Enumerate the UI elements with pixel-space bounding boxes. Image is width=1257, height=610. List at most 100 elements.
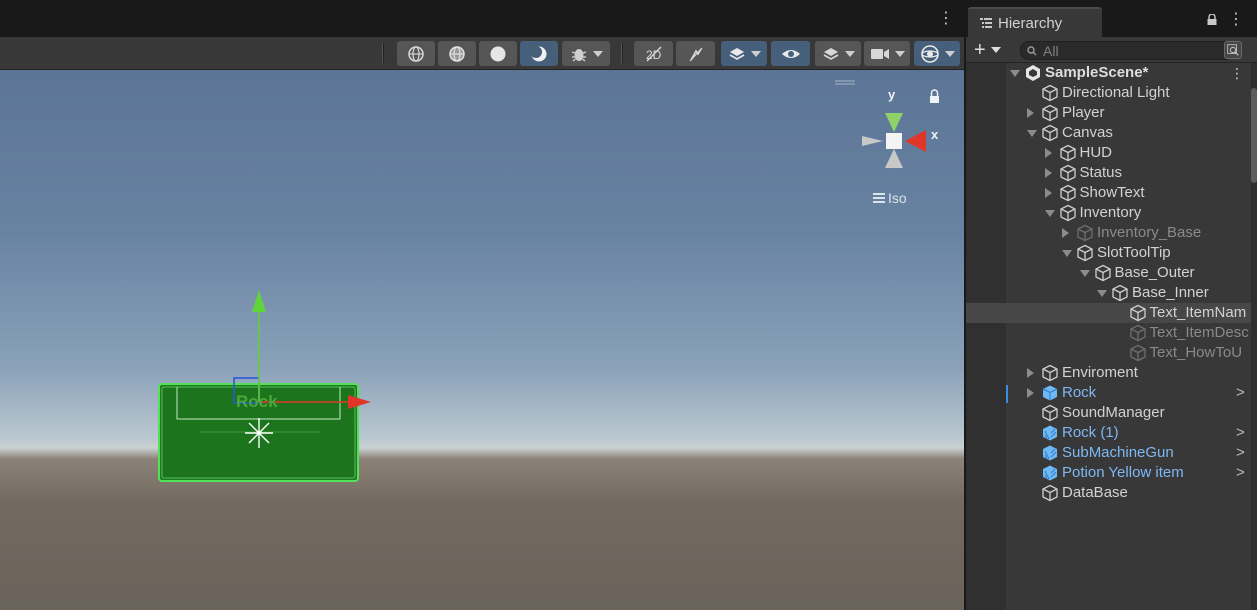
scene-view: ⋮ 2D xyxy=(0,0,964,610)
gameobject-cube-icon xyxy=(1094,264,1111,282)
hierarchy-item[interactable]: Text_HowToU xyxy=(966,343,1257,363)
hierarchy-item[interactable]: Base_Inner xyxy=(966,283,1257,303)
hierarchy-menu-icon[interactable]: ⋮ xyxy=(1228,12,1244,28)
expanded-arrow-icon[interactable] xyxy=(1062,250,1072,257)
gameobject-cube-icon xyxy=(1059,204,1076,222)
expanded-arrow-icon[interactable] xyxy=(1010,70,1020,77)
hierarchy-toolbar: + xyxy=(966,37,1257,63)
gizmo-icon[interactable] xyxy=(914,41,960,66)
gameobject-cube-icon xyxy=(1042,404,1058,422)
gameobject-cube-icon xyxy=(1042,104,1058,122)
hierarchy-item[interactable]: SampleScene* ⋮ xyxy=(966,63,1257,83)
prefab-variant-icon xyxy=(1043,425,1057,441)
hierarchy-item[interactable]: Inventory xyxy=(966,203,1257,223)
hierarchy-item[interactable]: SlotToolTip xyxy=(966,243,1257,263)
chevron-down-icon xyxy=(990,47,1001,53)
open-prefab-chevron-icon[interactable]: > xyxy=(1236,385,1246,400)
prefab-override-marker xyxy=(1006,385,1008,403)
collapsed-arrow-icon[interactable] xyxy=(1027,368,1034,378)
bug-icon[interactable] xyxy=(562,41,610,66)
unity-scene-icon xyxy=(1026,65,1040,81)
hierarchy-item-label: Base_Outer xyxy=(1114,264,1195,281)
hierarchy-item[interactable]: Base_Outer xyxy=(966,263,1257,283)
open-prefab-chevron-icon[interactable]: > xyxy=(1236,445,1246,460)
viewport-drag-handle[interactable] xyxy=(835,80,855,85)
solid-sphere-icon[interactable] xyxy=(479,41,517,66)
hierarchy-item-label: SubMachineGun xyxy=(1062,444,1174,461)
scrollbar-thumb[interactable] xyxy=(1251,88,1257,183)
open-prefab-chevron-icon[interactable]: > xyxy=(1236,425,1246,440)
2d-icon[interactable]: 2D xyxy=(634,41,673,66)
hierarchy-item-label: Enviroment xyxy=(1062,364,1138,381)
moon-icon[interactable] xyxy=(520,41,558,66)
hierarchy-item[interactable]: Text_ItemNam xyxy=(966,303,1257,323)
lock-icon[interactable] xyxy=(1207,14,1217,25)
wireframe-sphere-icon[interactable] xyxy=(397,41,435,66)
hierarchy-item[interactable]: Enviroment xyxy=(966,363,1257,383)
hierarchy-item-label: SoundManager xyxy=(1062,404,1165,421)
hierarchy-item-label: Player xyxy=(1062,104,1105,121)
gizmo-lock-icon[interactable] xyxy=(930,89,939,103)
hierarchy-item[interactable]: Status xyxy=(966,163,1257,183)
hierarchy-item[interactable]: Potion Yellow item > xyxy=(966,463,1257,483)
gameobject-cube-icon xyxy=(1042,124,1058,142)
shaded-wireframe-sphere-icon[interactable] xyxy=(438,41,476,66)
hierarchy-tab-label: Hierarchy xyxy=(998,14,1063,32)
expanded-arrow-icon[interactable] xyxy=(1079,270,1090,277)
scene-options-icon[interactable]: ⋮ xyxy=(1230,64,1244,82)
expanded-arrow-icon[interactable] xyxy=(1044,210,1055,217)
hierarchy-item[interactable]: Text_ItemDesc xyxy=(966,323,1257,343)
hierarchy-item[interactable]: Rock > xyxy=(966,383,1257,403)
hierarchy-item[interactable]: SubMachineGun > xyxy=(966,443,1257,463)
gameobject-cube-icon xyxy=(1129,304,1146,322)
prefab-variant-icon xyxy=(1043,445,1057,461)
add-label: + xyxy=(974,39,986,61)
collapsed-arrow-icon[interactable] xyxy=(1027,388,1034,398)
projection-toggle[interactable]: Iso xyxy=(873,190,907,206)
layers-icon[interactable] xyxy=(721,41,767,66)
hierarchy-item[interactable]: DataBase xyxy=(966,483,1257,503)
camera-icon[interactable] xyxy=(864,41,910,66)
hierarchy-item-label: Base_Inner xyxy=(1132,284,1209,301)
hierarchy-item[interactable]: Rock (1) > xyxy=(966,423,1257,443)
hierarchy-item-label: Directional Light xyxy=(1062,84,1170,101)
scene-menu-icon[interactable]: ⋮ xyxy=(938,10,954,28)
hierarchy-item[interactable]: SoundManager xyxy=(966,403,1257,423)
gameobject-cube-icon xyxy=(1129,344,1146,362)
gameobject-cube-icon xyxy=(1112,284,1128,302)
open-prefab-chevron-icon[interactable]: > xyxy=(1236,465,1246,480)
hierarchy-item[interactable]: Canvas xyxy=(966,123,1257,143)
gameobject-cube-icon xyxy=(1059,144,1076,162)
collapsed-arrow-icon[interactable] xyxy=(1062,228,1069,238)
eye-icon[interactable] xyxy=(771,41,810,66)
hierarchy-item-label: Rock (1) xyxy=(1062,424,1119,441)
hierarchy-item[interactable]: HUD xyxy=(966,143,1257,163)
scene-tab-bar: ⋮ xyxy=(0,0,964,37)
hierarchy-item[interactable]: Player xyxy=(966,103,1257,123)
orientation-gizmo[interactable]: y x xyxy=(862,87,939,168)
lighting-icon[interactable] xyxy=(676,41,715,66)
hierarchy-panel: Hierarchy ⋮ + All SampleScene* ⋮ Directi… xyxy=(966,0,1257,610)
add-object-button[interactable]: + xyxy=(974,40,1006,60)
search-by-type-icon[interactable] xyxy=(1224,41,1242,59)
collapsed-arrow-icon[interactable] xyxy=(1044,168,1052,178)
collapsed-arrow-icon[interactable] xyxy=(1027,108,1034,118)
hierarchy-item[interactable]: ShowText xyxy=(966,183,1257,203)
scene-viewport[interactable]: y x Iso Rock xyxy=(0,70,964,610)
expanded-arrow-icon[interactable] xyxy=(1027,130,1037,137)
hierarchy-item-label: HUD xyxy=(1079,144,1113,161)
hierarchy-item-label: Text_HowToU xyxy=(1149,344,1243,361)
rock-world-label: Rock xyxy=(236,392,278,411)
collapsed-arrow-icon[interactable] xyxy=(1044,188,1052,198)
gameobject-cube-icon xyxy=(1042,364,1058,382)
stacked-layers-icon[interactable] xyxy=(815,41,861,66)
hierarchy-item[interactable]: Directional Light xyxy=(966,83,1257,103)
tab-hierarchy[interactable]: Hierarchy xyxy=(968,7,1102,37)
gizmo-y-label: y xyxy=(888,87,896,102)
search-input[interactable] xyxy=(1043,42,1213,59)
menu-lines-icon xyxy=(873,193,885,203)
hierarchy-item[interactable]: Inventory_Base xyxy=(966,223,1257,243)
collapsed-arrow-icon[interactable] xyxy=(1044,148,1052,158)
expanded-arrow-icon[interactable] xyxy=(1097,290,1107,297)
hierarchy-item-label: SampleScene* xyxy=(1045,64,1149,81)
